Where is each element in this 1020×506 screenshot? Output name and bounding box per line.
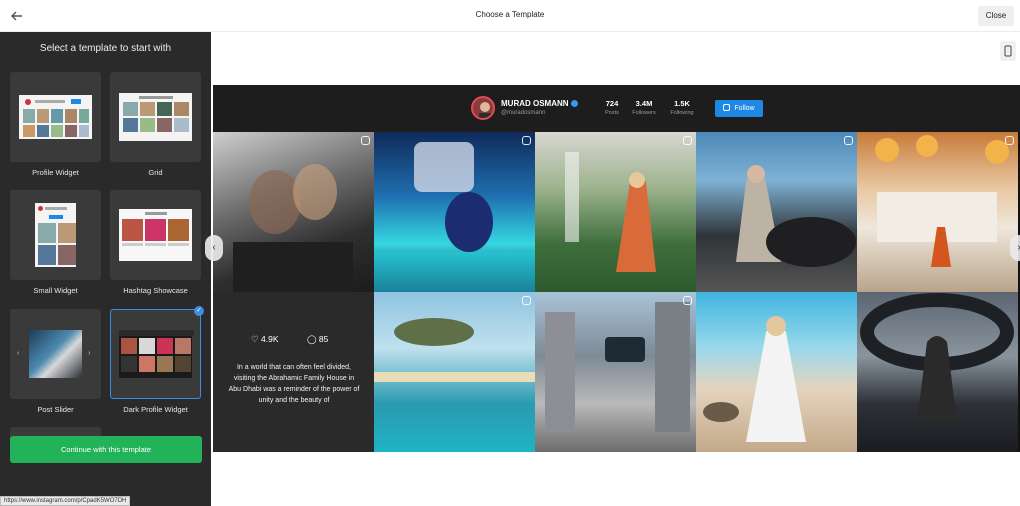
post-tile[interactable] — [857, 132, 1018, 292]
template-label: Grid — [148, 168, 163, 177]
comment-icon: ◯ — [307, 334, 317, 344]
post-tile[interactable] — [696, 292, 857, 452]
stat-label: Following — [670, 110, 694, 116]
page-title: Choose a Template — [475, 10, 545, 19]
video-icon — [361, 136, 370, 145]
top-bar: Choose a Template Close — [0, 0, 1020, 32]
profile-handle: @muradosmann — [501, 110, 546, 116]
dark-profile-widget: MURAD OSMANN @muradosmann 724 Posts 3.4M… — [205, 85, 1020, 452]
mobile-device-icon[interactable] — [1000, 41, 1016, 61]
stat-followers: 3.4M Followers — [627, 99, 661, 116]
post-tile[interactable] — [374, 292, 535, 452]
close-button[interactable]: Close — [978, 6, 1014, 26]
verified-badge-icon — [570, 100, 578, 108]
post-grid: ♡ 4.9K ◯ 85 In a world that can often fe… — [213, 132, 1020, 452]
likes-value: 4.9K — [261, 334, 279, 344]
template-label: Profile Widget — [32, 168, 79, 177]
post-tile-hover[interactable]: ♡ 4.9K ◯ 85 In a world that can often fe… — [213, 292, 374, 452]
video-icon — [522, 136, 531, 145]
stat-value: 3.4M — [635, 99, 653, 108]
template-profile-widget[interactable]: Profile Widget — [10, 72, 101, 177]
template-thumbnail[interactable]: ‹ › — [10, 309, 101, 399]
template-thumbnail[interactable] — [110, 72, 201, 162]
stat-value: 724 — [605, 99, 619, 108]
carousel-icon — [844, 136, 853, 145]
template-label: Post Slider — [37, 405, 74, 414]
template-small-widget[interactable]: Small Widget — [10, 190, 101, 295]
template-thumbnail[interactable] — [110, 309, 201, 399]
carousel-icon — [683, 136, 692, 145]
post-tile[interactable] — [535, 292, 696, 452]
stat-value: 1.5K — [674, 99, 690, 108]
stat-posts: 724 Posts — [595, 99, 629, 116]
post-tile[interactable] — [696, 132, 857, 292]
prev-arrow-icon[interactable]: ‹ — [205, 235, 223, 261]
template-thumbnail[interactable] — [110, 190, 201, 280]
post-caption: In a world that can often feel divided, … — [228, 364, 360, 404]
stat-label: Posts — [605, 110, 619, 116]
instagram-icon — [723, 104, 731, 111]
template-label: Small Widget — [33, 286, 78, 295]
video-icon — [1005, 136, 1014, 145]
template-hashtag-showcase[interactable]: Hashtag Showcase — [110, 190, 201, 295]
template-label: Hashtag Showcase — [123, 286, 188, 295]
template-thumbnail[interactable] — [10, 72, 101, 162]
likes-count: ♡ 4.9K — [251, 334, 279, 345]
follow-button[interactable]: Follow — [715, 100, 763, 117]
comments-count: ◯ 85 — [307, 334, 328, 345]
template-preview: MURAD OSMANN @muradosmann 724 Posts 3.4M… — [205, 32, 1020, 506]
status-bar-url: https://www.instagram.com/p/CpadK5WO7DH — [0, 496, 131, 506]
template-sidebar: Select a template to start with Profile … — [0, 32, 211, 506]
avatar[interactable] — [471, 96, 495, 120]
template-grid[interactable]: Grid — [110, 72, 201, 177]
continue-button[interactable]: Continue with this template — [10, 436, 202, 463]
post-tile[interactable] — [374, 132, 535, 292]
post-tile[interactable] — [857, 292, 1018, 452]
comments-value: 85 — [318, 334, 329, 344]
heart-icon: ♡ — [251, 334, 259, 344]
template-label: Dark Profile Widget — [123, 405, 188, 414]
template-dark-profile-widget[interactable]: ✓ Dark Profile Widget — [110, 306, 204, 414]
video-icon — [522, 296, 531, 305]
sidebar-title: Select a template to start with — [39, 43, 172, 54]
profile-name-text: MURAD OSMANN — [501, 99, 569, 108]
template-post-slider[interactable]: ‹ › Post Slider — [10, 309, 101, 414]
profile-name[interactable]: MURAD OSMANN — [501, 99, 578, 108]
next-arrow-icon[interactable]: › — [1010, 235, 1020, 261]
stat-following: 1.5K Following — [665, 99, 699, 116]
profile-header: MURAD OSMANN @muradosmann 724 Posts 3.4M… — [213, 85, 1020, 132]
stat-label: Followers — [632, 110, 656, 116]
video-icon — [683, 296, 692, 305]
selected-check-icon: ✓ — [194, 306, 204, 316]
post-tile[interactable] — [535, 132, 696, 292]
follow-label: Follow — [734, 105, 755, 112]
template-thumbnail[interactable] — [10, 190, 101, 280]
post-tile[interactable] — [213, 132, 374, 292]
